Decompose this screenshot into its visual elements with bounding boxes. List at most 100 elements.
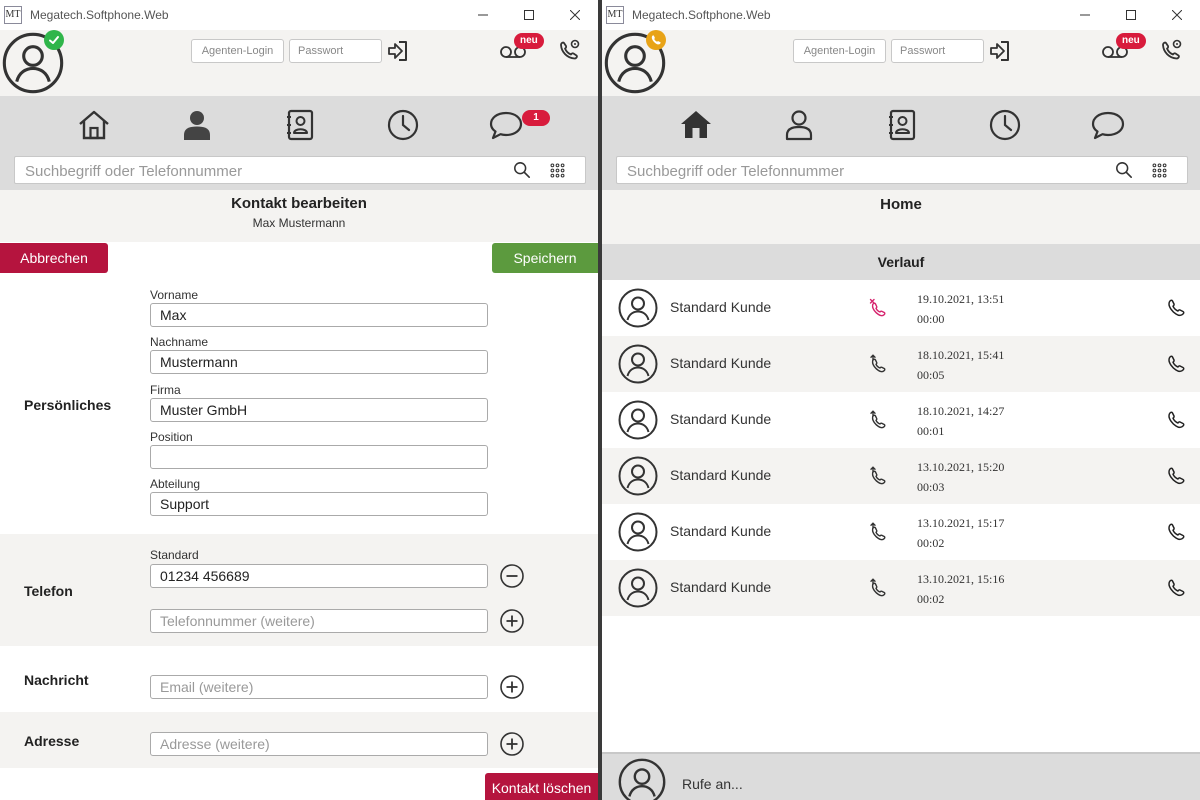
app-header: Agenten-Login Passwort neu [0,30,598,96]
history-call-duration: 00:03 [917,480,945,494]
nav-home-icon[interactable] [77,108,111,142]
cancel-button[interactable]: Abbrechen [0,243,108,273]
outgoing-call-icon [868,466,888,486]
lastname-field[interactable] [150,350,488,374]
password-input[interactable]: Passwort [289,39,382,63]
contact-avatar-icon [618,288,658,328]
nav-home-icon[interactable] [679,108,713,142]
app-header: Agenten-Login Passwort neu [602,30,1200,96]
nav-contact-icon[interactable] [180,108,214,142]
search-bar [616,156,1188,184]
history-row[interactable]: Standard Kunde 13.10.2021, 15:16 00:02 [602,560,1200,616]
history-row[interactable]: Standard Kunde 13.10.2021, 15:20 00:03 [602,448,1200,504]
section-phone: Telefon Standard [0,534,598,646]
close-button[interactable] [552,0,598,30]
section-phone-label: Telefon [24,583,73,599]
app-logo: MT [4,6,22,24]
call-back-icon[interactable] [1166,466,1186,486]
new-voicemail-badge: neu [514,33,544,49]
phone-settings-icon[interactable] [1158,38,1184,64]
company-label: Firma [150,383,181,397]
minimize-button[interactable] [1062,0,1108,30]
add-phone-icon[interactable] [500,609,524,633]
remove-phone-icon[interactable] [500,564,524,588]
nav-contact-icon[interactable] [782,108,816,142]
history-call-duration: 00:01 [917,424,945,438]
phone-settings-icon[interactable] [556,38,582,64]
agent-login-input[interactable]: Agenten-Login [793,39,886,63]
maximize-button[interactable] [1108,0,1154,30]
contact-avatar-icon [618,512,658,552]
nav-phonebook-icon[interactable] [283,108,317,142]
maximize-button[interactable] [506,0,552,30]
history-call-duration: 00:02 [917,592,945,606]
call-back-icon[interactable] [1166,410,1186,430]
save-button[interactable]: Speichern [492,243,598,273]
call-back-icon[interactable] [1166,298,1186,318]
firstname-field[interactable] [150,303,488,327]
history-call-date: 18.10.2021, 15:41 [917,348,1005,362]
nav-history-icon[interactable] [386,108,420,142]
page-subtitle: Max Mustermann [252,216,346,230]
add-email-icon[interactable] [500,675,524,699]
contact-avatar-icon [618,344,658,384]
history-call-date: 18.10.2021, 14:27 [917,404,1005,418]
close-button[interactable] [1154,0,1200,30]
dialpad-icon[interactable] [1151,162,1168,179]
call-back-icon[interactable] [1166,522,1186,542]
call-status-bar: Rufe an... [602,752,1200,800]
calling-status-text: Rufe an... [682,776,743,792]
standard-phone-field[interactable] [150,564,488,588]
address-field[interactable] [150,732,488,756]
dialpad-icon[interactable] [549,162,566,179]
company-field[interactable] [150,398,488,422]
page-header: Home [602,190,1200,244]
delete-contact-button[interactable]: Kontakt löschen [485,773,598,800]
contact-avatar-icon [618,568,658,608]
email-field[interactable] [150,675,488,699]
call-back-icon[interactable] [1166,578,1186,598]
login-icon[interactable] [988,39,1012,63]
section-message: Nachricht [0,646,598,712]
department-field[interactable] [150,492,488,516]
firstname-label: Vorname [150,288,199,302]
search-input[interactable] [25,161,495,181]
minimize-icon [478,14,488,16]
nav-history-icon[interactable] [988,108,1022,142]
search-input[interactable] [627,161,1097,181]
new-voicemail-badge: neu [1116,33,1146,49]
close-icon [570,10,580,20]
call-back-icon[interactable] [1166,354,1186,374]
history-call-duration: 00:00 [917,312,945,326]
position-label: Position [150,430,193,444]
history-contact-name: Standard Kunde [670,579,772,595]
caller-avatar-icon [618,758,666,800]
position-field[interactable] [150,445,488,469]
standard-phone-label: Standard [150,548,199,562]
login-icon[interactable] [386,39,410,63]
nav-phonebook-icon[interactable] [885,108,919,142]
history-row[interactable]: Standard Kunde 18.10.2021, 15:41 00:05 [602,336,1200,392]
password-input[interactable]: Passwort [891,39,984,63]
maximize-icon [1126,10,1136,20]
minimize-icon [1080,14,1090,16]
add-address-icon[interactable] [500,732,524,756]
lastname-label: Nachname [150,335,209,349]
outgoing-call-icon [868,354,888,374]
section-address: Adresse [0,712,598,768]
history-row[interactable]: Standard Kunde 13.10.2021, 15:17 00:02 [602,504,1200,560]
title-bar: MT Megatech.Softphone.Web [0,0,598,30]
main-nav [602,96,1200,154]
search-icon[interactable] [513,161,531,179]
minimize-button[interactable] [460,0,506,30]
page-title: Kontakt bearbeiten [231,195,367,212]
history-contact-name: Standard Kunde [670,467,772,483]
nav-messages-icon[interactable] [489,108,523,142]
section-personal-label: Persönliches [24,397,112,413]
search-icon[interactable] [1115,161,1133,179]
history-row[interactable]: Standard Kunde 19.10.2021, 13:51 00:00 [602,280,1200,336]
agent-login-input[interactable]: Agenten-Login [191,39,284,63]
history-row[interactable]: Standard Kunde 18.10.2021, 14:27 00:01 [602,392,1200,448]
additional-phone-field[interactable] [150,609,488,633]
nav-messages-icon[interactable] [1091,108,1125,142]
